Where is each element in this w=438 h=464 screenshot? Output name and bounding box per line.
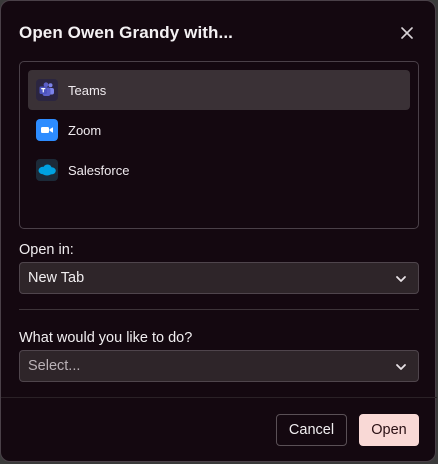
close-button[interactable] (395, 21, 419, 45)
app-label-salesforce: Salesforce (68, 162, 130, 178)
salesforce-icon (36, 159, 58, 181)
open-in-label: Open in: (19, 242, 74, 258)
app-label-teams: Teams (68, 82, 107, 98)
open-in-select[interactable]: New Tab (19, 262, 419, 294)
chevron-down-icon (396, 364, 406, 370)
app-list: Teams Zoom Salesforce (19, 61, 419, 229)
app-item-teams[interactable]: Teams (28, 70, 410, 110)
close-icon (401, 27, 413, 39)
section-divider (19, 309, 419, 310)
cancel-button[interactable]: Cancel (276, 414, 347, 446)
action-select[interactable]: Select... (19, 350, 419, 382)
footer-divider (1, 397, 437, 398)
teams-icon (36, 79, 58, 101)
app-label-zoom: Zoom (68, 122, 102, 138)
app-item-zoom[interactable]: Zoom (28, 110, 410, 150)
zoom-icon (36, 119, 58, 141)
dialog-title: Open Owen Grandy with... (19, 23, 233, 42)
open-in-value: New Tab (28, 270, 85, 286)
open-button[interactable]: Open (359, 414, 419, 446)
open-with-dialog: Open Owen Grandy with... Teams Zoom Sale… (0, 0, 437, 462)
app-item-salesforce[interactable]: Salesforce (28, 150, 410, 190)
action-placeholder: Select... (28, 358, 81, 374)
chevron-down-icon (396, 276, 406, 282)
action-label: What would you like to do? (19, 330, 193, 346)
